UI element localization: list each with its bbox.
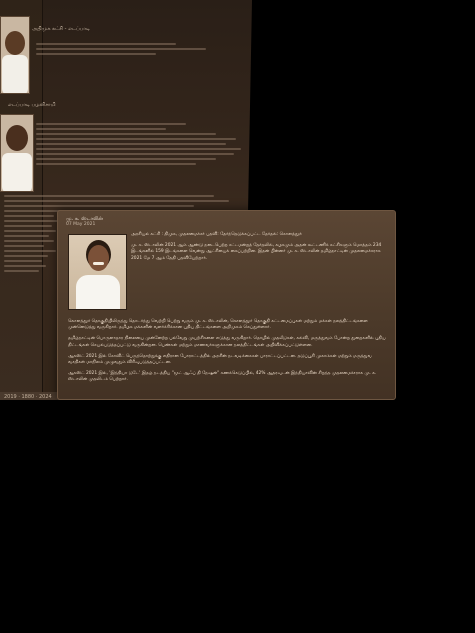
card-paragraph: ஆகஸ்ட் 2021 இல் கோவிட் பெருந்தொற்றுக்கு … <box>68 353 372 366</box>
entry-text-lines <box>36 40 236 58</box>
entry-card[interactable]: மு. க. ஸ்டாலின் 07 May 2021 அரசியல் கட்ச… <box>57 210 396 400</box>
card-body-full: கொளத்தூர் தொகுதியிலிருந்து தொடர்ந்து வெற… <box>68 319 388 388</box>
entry-title: அதிமுக கட்சி - எடப்பாடி <box>32 26 90 32</box>
entry-text-lines-2 <box>36 120 241 168</box>
timeline-bar: 2019 · 1880 · 2024 <box>0 392 64 400</box>
entry-name: எடப்பாடி பழனிசாமி <box>8 102 56 108</box>
card-paragraph: மு. க. ஸ்டாலின் 2021 ஆம் ஆண்டு நடைபெற்ற … <box>131 242 382 261</box>
card-body-right: அரசியல் கட்சி : திமுக, முதலமைச்சர் பதவி:… <box>131 232 389 267</box>
card-paragraph: ஆகஸ்ட் 2021 இல், 'இந்தியா டுடே' இதழ் நடத… <box>68 370 377 383</box>
person-photo <box>68 234 127 310</box>
card-paragraph: கொளத்தூர் தொகுதியிலிருந்து தொடர்ந்து வெற… <box>68 319 368 331</box>
card-paragraph: தமிழ்நாட்டின் பொருளாதார நிலையை முன்னேற்ற… <box>68 336 386 348</box>
person-photo-1 <box>0 16 30 94</box>
person-photo-2 <box>0 114 34 192</box>
card-paragraph: அரசியல் கட்சி : திமுக, முதலமைச்சர் பதவி:… <box>131 232 302 237</box>
card-date: 07 May 2021 <box>66 222 96 227</box>
